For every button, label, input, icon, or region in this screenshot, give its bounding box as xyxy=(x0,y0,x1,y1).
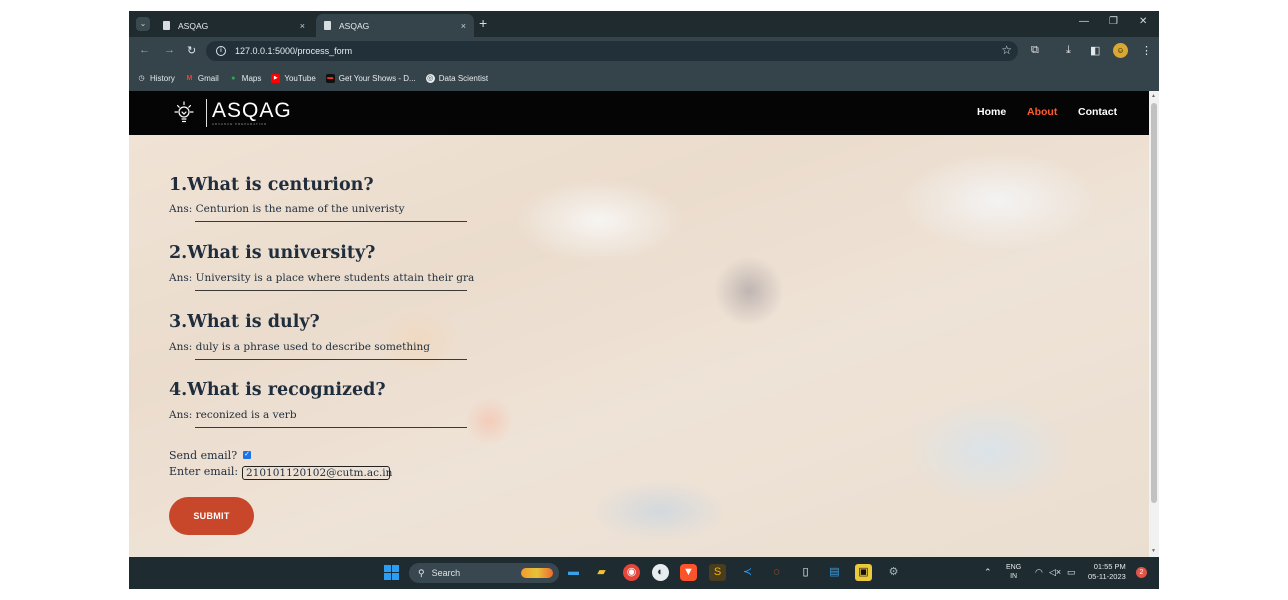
browser-toolbar: ← → ↻ i 127.0.0.1:5000/process_form ☆ ⧉ … xyxy=(129,37,1159,65)
email-label: Enter email: xyxy=(169,465,239,478)
tab-title: ASQAG xyxy=(339,20,370,31)
question-1: 1.What is centurion? xyxy=(169,175,374,195)
scrollbar-thumb[interactable] xyxy=(1151,103,1157,503)
notepad-icon[interactable]: ▯ xyxy=(797,564,814,581)
answer-3: Ans: duly is a phrase used to describe s… xyxy=(169,341,430,353)
answer-underline xyxy=(195,221,467,222)
back-icon[interactable]: ← xyxy=(139,44,150,56)
bookmarks-bar: ◷ History M Gmail ● Maps ▶ YouTube ▬ Get… xyxy=(129,65,1159,91)
scroll-up-icon[interactable]: ▲ xyxy=(1151,93,1156,99)
gmail-icon: M xyxy=(186,74,193,82)
maps-icon: ● xyxy=(231,74,236,82)
bookmark-history[interactable]: ◷ History xyxy=(137,74,174,83)
extensions-icon[interactable]: ⧉ xyxy=(1031,44,1039,57)
screen: ⌄ ASQAG × ASQAG × + — ❐ ✕ ← → ↻ i 127.0.… xyxy=(129,11,1159,589)
close-tab-icon[interactable]: × xyxy=(461,21,466,31)
logo-text: ASQAG xyxy=(212,99,292,122)
file-explorer-icon[interactable]: ▰ xyxy=(593,564,610,581)
answer-2: Ans: University is a place where student… xyxy=(169,272,475,284)
bookmark-data-scientist[interactable]: ◎ Data Scientist xyxy=(425,73,488,83)
clock[interactable]: 01:55 PM 05-11-2023 xyxy=(1088,562,1126,582)
tab-1[interactable]: ASQAG × xyxy=(155,14,313,37)
document-icon xyxy=(163,21,170,30)
answer-underline xyxy=(195,290,467,291)
lightbulb-logo-icon xyxy=(174,101,194,123)
app-badge-icon[interactable]: ◐ xyxy=(652,564,669,581)
shows-icon: ▬ xyxy=(325,73,335,83)
brave-icon[interactable]: ▼ xyxy=(680,564,697,581)
tab-strip: ⌄ ASQAG × ASQAG × + — ❐ ✕ xyxy=(129,11,1159,37)
download-icon[interactable]: ⤓ xyxy=(1066,44,1071,57)
vscode-icon[interactable]: ≺ xyxy=(739,564,756,581)
windows-start-icon[interactable] xyxy=(384,565,399,580)
bookmark-star-icon[interactable]: ☆ xyxy=(1001,43,1012,57)
youtube-icon: ▶ xyxy=(271,73,281,83)
tab-search-icon[interactable]: ⌄ xyxy=(136,17,150,31)
send-email-checkbox[interactable]: ✓ xyxy=(243,451,251,459)
sublime-icon[interactable]: S xyxy=(709,564,726,581)
side-panel-icon[interactable]: ◧ xyxy=(1090,44,1100,57)
notification-badge[interactable]: 2 xyxy=(1136,567,1147,578)
page-scrollbar[interactable]: ▲ ▼ xyxy=(1149,91,1159,557)
scroll-down-icon[interactable]: ▼ xyxy=(1151,548,1156,554)
bookmark-shows[interactable]: ▬ Get Your Shows - D... xyxy=(325,73,416,83)
volume-muted-icon[interactable]: ◁× xyxy=(1049,567,1061,578)
answer-underline xyxy=(195,359,467,360)
reload-icon[interactable]: ↻ xyxy=(187,44,196,57)
question-2: 2.What is university? xyxy=(169,243,376,263)
question-3: 3.What is duly? xyxy=(169,312,320,332)
nav-contact[interactable]: Contact xyxy=(1078,106,1117,118)
web-page: ASQAG ADVANCE PREPARATION Home About Con… xyxy=(129,91,1149,557)
minimize-icon[interactable]: — xyxy=(1079,16,1089,27)
submit-button[interactable]: SUBMIT xyxy=(169,497,254,535)
settings-gear-icon[interactable]: ⚙ xyxy=(885,564,902,581)
search-label: Search xyxy=(431,568,461,578)
email-input[interactable]: 210101120102@cutm.ac.in xyxy=(242,466,392,480)
chrome-icon[interactable]: ◉ xyxy=(623,564,640,581)
logo-subtitle: ADVANCE PREPARATION xyxy=(212,122,268,126)
new-tab-button[interactable]: + xyxy=(479,15,487,31)
close-window-icon[interactable]: ✕ xyxy=(1139,16,1147,27)
bookmark-maps[interactable]: ● Maps xyxy=(229,74,261,83)
search-icon: ⚲ xyxy=(418,567,425,578)
forward-icon[interactable]: → xyxy=(164,44,175,56)
nav-about[interactable]: About xyxy=(1027,106,1057,118)
restore-icon[interactable]: ❐ xyxy=(1109,16,1118,27)
address-bar[interactable]: i 127.0.0.1:5000/process_form ☆ xyxy=(206,41,1018,61)
url-text: 127.0.0.1:5000/process_form xyxy=(235,46,353,56)
site-header: ASQAG ADVANCE PREPARATION Home About Con… xyxy=(129,91,1149,135)
globe-icon: ◎ xyxy=(425,73,435,83)
question-4: 4.What is recognized? xyxy=(169,380,386,400)
close-tab-icon[interactable]: × xyxy=(300,21,305,31)
answer-underline xyxy=(195,427,467,428)
jupyter-icon[interactable]: ◌ xyxy=(768,564,785,581)
logo-divider xyxy=(206,99,207,127)
answer-4: Ans: reconized is a verb xyxy=(169,409,297,421)
bookmark-youtube[interactable]: ▶ YouTube xyxy=(271,73,316,83)
taskbar-search[interactable]: ⚲ Search xyxy=(409,563,559,583)
pycharm-icon[interactable]: ▣ xyxy=(855,564,872,581)
wifi-icon[interactable]: ◠ xyxy=(1035,567,1043,578)
nav-home[interactable]: Home xyxy=(977,106,1006,118)
bookmark-gmail[interactable]: M Gmail xyxy=(185,74,218,83)
send-email-label: Send email? xyxy=(169,449,238,462)
tray-chevron-icon[interactable]: ⌃ xyxy=(984,567,992,578)
taskbar: ⚲ Search ▬ ▰ ◉ ◐ ▼ S ≺ ◌ ▯ ▤ ▣ ⚙ ⌃ ENG I… xyxy=(129,557,1159,589)
language-indicator[interactable]: ENG IN xyxy=(1006,563,1021,581)
battery-icon[interactable]: ▭ xyxy=(1067,567,1076,578)
history-icon: ◷ xyxy=(138,74,145,82)
profile-avatar[interactable]: ☺ xyxy=(1113,43,1128,58)
notes-icon[interactable]: ▤ xyxy=(826,564,843,581)
menu-icon[interactable]: ⋮ xyxy=(1141,44,1152,57)
site-info-icon[interactable]: i xyxy=(216,46,226,56)
answer-1: Ans: Centurion is the name of the univer… xyxy=(169,203,405,215)
tab-title: ASQAG xyxy=(178,20,209,31)
search-highlight-icon xyxy=(521,568,553,578)
task-view-icon[interactable]: ▬ xyxy=(565,564,582,581)
tab-2[interactable]: ASQAG × xyxy=(316,14,474,37)
document-icon xyxy=(324,21,331,30)
